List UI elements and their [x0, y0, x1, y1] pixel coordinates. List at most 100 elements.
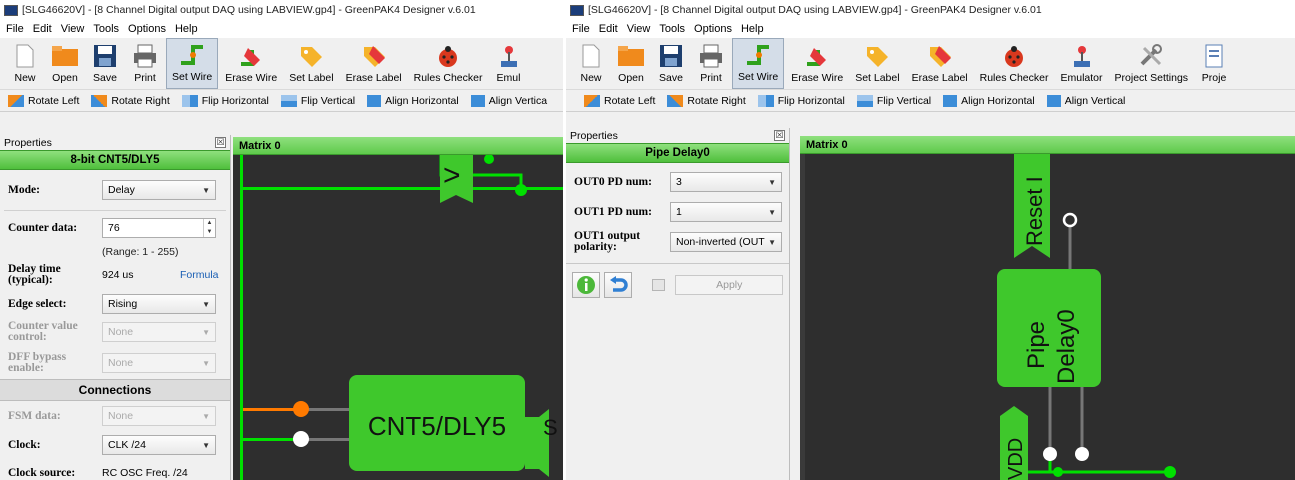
out1-polarity-select[interactable]: Non-inverted (OUT ▼	[670, 232, 782, 252]
undo-button[interactable]	[604, 272, 633, 298]
align-horizontal-button[interactable]: Align Horizontal	[943, 94, 1035, 107]
menu-bar: File Edit View Tools Options Help	[566, 20, 1295, 38]
matrix-canvas[interactable]: Matrix 0 Reset I Pipe Delay0 VDD	[800, 136, 1295, 480]
flip-horizontal-label: Flip Horizontal	[777, 94, 845, 107]
menu-tools[interactable]: Tools	[659, 23, 685, 35]
rotate-right-button[interactable]: Rotate Right	[91, 94, 170, 107]
flip-horizontal-button[interactable]: Flip Horizontal	[757, 94, 845, 107]
out0-pd-num-select[interactable]: 3 ▼	[670, 172, 782, 192]
align-vertical-button[interactable]: Align Vertica	[470, 94, 548, 107]
set-wire-button[interactable]: Set Wire	[732, 38, 785, 89]
output-pin-0[interactable]	[1043, 447, 1057, 461]
menu-help[interactable]: Help	[741, 23, 764, 35]
align-horizontal-label: Align Horizontal	[385, 94, 459, 107]
apply-button[interactable]: Apply	[675, 275, 783, 295]
input-wire-orange	[243, 408, 301, 411]
input-pin-clk[interactable]	[293, 401, 309, 417]
mode-select[interactable]: Delay ▼	[102, 180, 216, 200]
rotate-left-button[interactable]: Rotate Left	[584, 94, 656, 107]
spin-arrows-icon[interactable]: ▲ ▼	[203, 219, 215, 237]
matrix-canvas[interactable]: Matrix 0 > CNT5/DLY5 S	[233, 137, 563, 480]
menu-help[interactable]: Help	[175, 23, 198, 35]
counter-data-spinbox[interactable]: 76 ▲ ▼	[102, 218, 216, 238]
rotate-right-icon	[91, 94, 108, 107]
menu-file[interactable]: File	[572, 23, 590, 35]
app-icon	[4, 4, 18, 16]
menu-options[interactable]: Options	[694, 23, 732, 35]
open-button[interactable]: Open	[46, 38, 84, 89]
rotate-right-icon	[667, 94, 684, 107]
counter-value-control-row: Counter value control: None ▼	[0, 317, 230, 347]
new-button[interactable]: New	[572, 38, 610, 89]
emulator-label: Emulator	[1060, 72, 1103, 84]
erase-label-button[interactable]: Erase Label	[907, 38, 973, 89]
close-icon[interactable]: ☒	[215, 137, 226, 148]
properties-panel: Properties ☒ 8-bit CNT5/DLY5 Mode: Delay…	[0, 135, 231, 480]
rules-checker-label: Rules Checker	[979, 72, 1049, 84]
align-vertical-button[interactable]: Align Vertical	[1046, 94, 1125, 107]
save-button[interactable]: Save	[652, 38, 690, 89]
out1-pd-num-select[interactable]: 1 ▼	[670, 202, 782, 222]
clock-select[interactable]: CLK /24 ▼	[102, 435, 216, 455]
info-button[interactable]	[572, 272, 601, 298]
ladybug-icon	[1005, 46, 1024, 67]
rules-checker-button[interactable]: Rules Checker	[975, 38, 1054, 89]
matrix-title: Matrix 0	[233, 137, 563, 155]
edge-select[interactable]: Rising ▼	[102, 294, 216, 314]
input-pin-reset[interactable]	[293, 431, 309, 447]
print-button[interactable]: Print	[126, 38, 164, 89]
input-pin[interactable]	[1062, 212, 1078, 228]
output-pin-1[interactable]	[1075, 447, 1089, 461]
printer-icon	[134, 44, 156, 68]
project-settings-button[interactable]: Project Settings	[1110, 38, 1194, 89]
erase-wire-button[interactable]: Erase Wire	[220, 38, 282, 89]
erase-wire-button[interactable]: Erase Wire	[786, 38, 848, 89]
emulator-button[interactable]: Emulator	[1056, 38, 1108, 89]
flip-vertical-label: Flip Vertical	[876, 94, 932, 107]
menu-edit[interactable]: Edit	[599, 23, 618, 35]
align-vertical-label: Align Vertica	[488, 94, 548, 107]
menu-options[interactable]: Options	[128, 23, 166, 35]
app-icon	[570, 4, 584, 16]
matrix-title: Matrix 0	[800, 136, 1295, 154]
save-button[interactable]: Save	[86, 38, 124, 89]
set-label-button[interactable]: Set Label	[850, 38, 904, 89]
menu-view[interactable]: View	[627, 23, 651, 35]
print-button[interactable]: Print	[692, 38, 730, 89]
schematic: > CNT5/DLY5 S	[240, 155, 563, 480]
set-wire-button[interactable]: Set Wire	[166, 38, 219, 89]
formula-link[interactable]: Formula	[180, 269, 219, 281]
menu-view[interactable]: View	[61, 23, 85, 35]
joystick-icon	[500, 46, 517, 67]
new-button[interactable]: New	[6, 38, 44, 89]
close-icon[interactable]: ☒	[774, 130, 785, 141]
align-horizontal-button[interactable]: Align Horizontal	[367, 94, 459, 107]
rotate-right-button[interactable]: Rotate Right	[667, 94, 746, 107]
open-label: Open	[618, 72, 644, 84]
dff-bypass-select: None ▼	[102, 353, 216, 373]
counter-data-row: Counter data: 76 ▲ ▼	[0, 211, 230, 245]
menu-file[interactable]: File	[6, 23, 24, 35]
ladybug-icon	[439, 46, 458, 67]
rotate-left-icon	[584, 94, 600, 107]
main-toolbar: New Open Save Print Set Wire Erase Wire …	[0, 38, 563, 90]
horizontal-bus-wire	[243, 187, 563, 190]
flip-vertical-button[interactable]: Flip Vertical	[280, 94, 355, 107]
open-button[interactable]: Open	[612, 38, 650, 89]
flip-horizontal-button[interactable]: Flip Horizontal	[181, 94, 269, 107]
clock-source-value: RC OSC Freq. /24	[102, 467, 188, 479]
flip-vertical-button[interactable]: Flip Vertical	[856, 94, 932, 107]
rotate-left-button[interactable]: Rotate Left	[8, 94, 79, 107]
rules-checker-button[interactable]: Rules Checker	[409, 38, 488, 89]
set-label-button[interactable]: Set Label	[284, 38, 338, 89]
rotate-left-label: Rotate Left	[604, 94, 656, 107]
dff-bypass-row: DFF bypass enable: None ▼	[0, 347, 230, 379]
wire-junction	[515, 184, 527, 196]
menu-tools[interactable]: Tools	[93, 23, 119, 35]
menu-edit[interactable]: Edit	[33, 23, 52, 35]
emulator-button[interactable]: Emul	[490, 38, 528, 89]
project-info-button[interactable]: Proje	[1195, 38, 1233, 89]
counter-value-control-label-line2: control:	[8, 331, 47, 343]
erase-label-button[interactable]: Erase Label	[341, 38, 407, 89]
transform-toolbar: Rotate Left Rotate Right Flip Horizontal…	[0, 90, 563, 112]
